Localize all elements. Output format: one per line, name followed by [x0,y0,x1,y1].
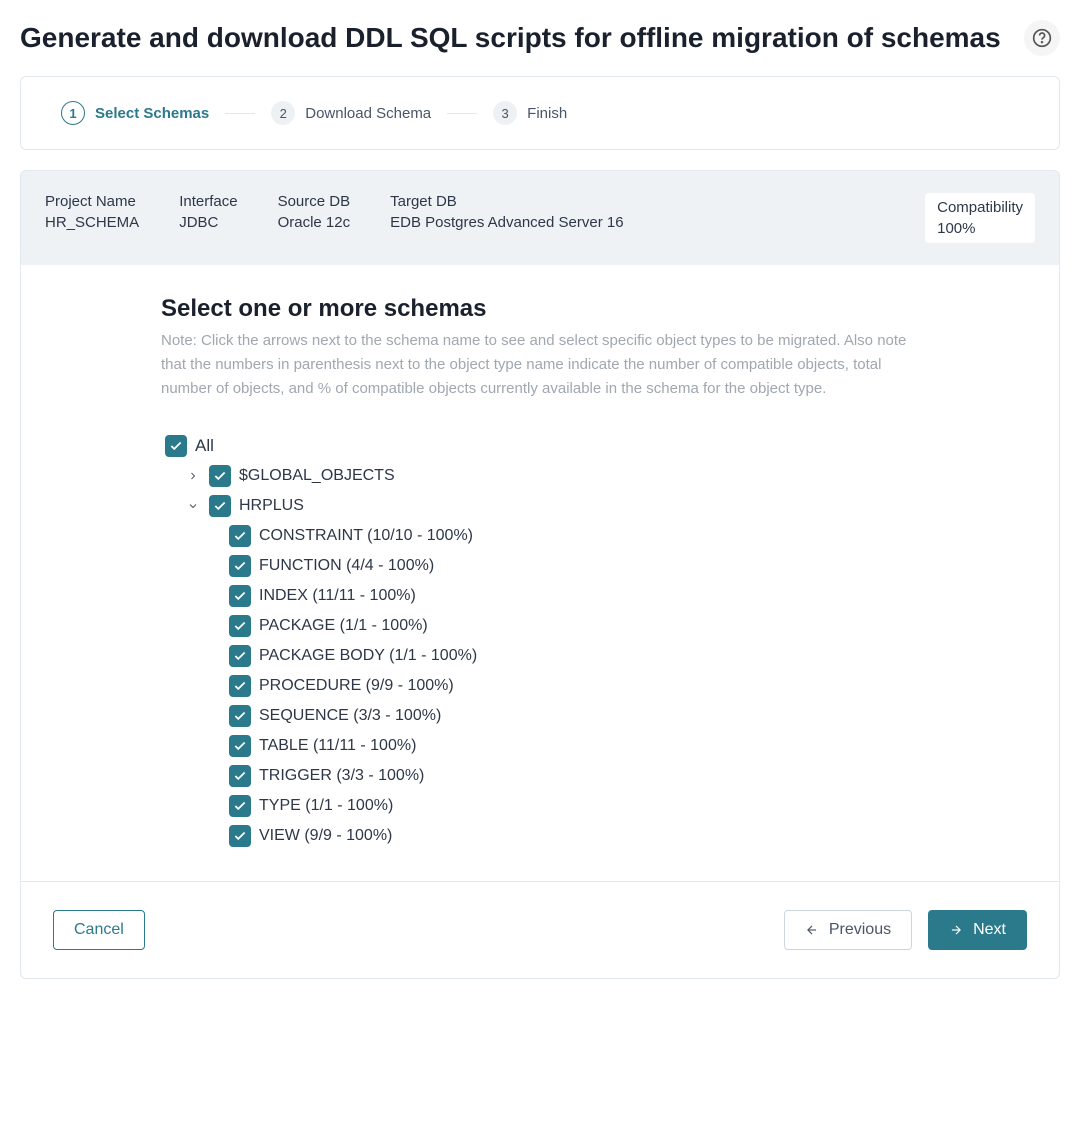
compatibility-value: 100% [937,220,1023,237]
stepper: 1 Select Schemas 2 Download Schema 3 Fin… [20,76,1060,150]
page-title: Generate and download DDL SQL scripts fo… [20,22,1001,54]
step-download-schema[interactable]: 2 Download Schema [271,101,431,125]
tree-schema-label: $GLOBAL_OBJECTS [239,467,395,485]
interface-label: Interface [179,193,237,210]
tree-object-row: TYPE (1/1 - 100%) [165,791,919,821]
checkbox-object[interactable] [229,735,251,757]
compatibility-label: Compatibility [937,199,1023,216]
next-button-label: Next [973,921,1006,939]
previous-button-label: Previous [829,921,891,939]
tree-object-label: SEQUENCE (3/3 - 100%) [259,707,441,725]
previous-button[interactable]: Previous [784,910,912,950]
checkbox-object[interactable] [229,705,251,727]
arrow-right-icon [949,923,963,937]
tree-object-row: SEQUENCE (3/3 - 100%) [165,701,919,731]
step-separator [225,113,255,114]
tree-schema-label: HRPLUS [239,497,304,515]
section-title: Select one or more schemas [161,295,919,323]
tree-object-row: CONSTRAINT (10/10 - 100%) [165,521,919,551]
step-label: Download Schema [305,105,431,122]
tree-object-label: VIEW (9/9 - 100%) [259,827,392,845]
tree-object-label: PROCEDURE (9/9 - 100%) [259,677,454,695]
tree-object-row: INDEX (11/11 - 100%) [165,581,919,611]
checkbox-object[interactable] [229,825,251,847]
project-info-bar: Project Name HR_SCHEMA Interface JDBC So… [20,170,1060,265]
checkbox-object[interactable] [229,765,251,787]
cancel-button[interactable]: Cancel [53,910,145,950]
help-icon[interactable] [1024,20,1060,56]
interface-item: Interface JDBC [179,193,237,243]
project-name-label: Project Name [45,193,139,210]
step-number: 1 [61,101,85,125]
interface-value: JDBC [179,214,237,231]
tree-object-label: PACKAGE (1/1 - 100%) [259,617,428,635]
tree-object-label: TRIGGER (3/3 - 100%) [259,767,424,785]
tree-object-row: PROCEDURE (9/9 - 100%) [165,671,919,701]
tree-object-label: TYPE (1/1 - 100%) [259,797,393,815]
tree-all-row: All [165,431,919,461]
tree-object-row: PACKAGE BODY (1/1 - 100%) [165,641,919,671]
checkbox-global-objects[interactable] [209,465,231,487]
step-number: 3 [493,101,517,125]
checkbox-hrplus[interactable] [209,495,231,517]
step-finish[interactable]: 3 Finish [493,101,567,125]
checkbox-object[interactable] [229,645,251,667]
source-db-value: Oracle 12c [278,214,351,231]
arrow-left-icon [805,923,819,937]
source-db-item: Source DB Oracle 12c [278,193,351,243]
step-select-schemas[interactable]: 1 Select Schemas [61,101,209,125]
project-name-item: Project Name HR_SCHEMA [45,193,139,243]
section-note: Note: Click the arrows next to the schem… [161,329,919,401]
checkbox-object[interactable] [229,795,251,817]
tree-schema-global-objects: $GLOBAL_OBJECTS [165,461,919,491]
tree-object-row: PACKAGE (1/1 - 100%) [165,611,919,641]
tree-object-label: CONSTRAINT (10/10 - 100%) [259,527,473,545]
checkbox-object[interactable] [229,555,251,577]
tree-object-label: INDEX (11/11 - 100%) [259,587,416,605]
checkbox-object[interactable] [229,615,251,637]
compatibility-item: Compatibility 100% [925,193,1035,243]
tree-schema-hrplus: HRPLUS [165,491,919,521]
footer-actions: Cancel Previous Next [20,882,1060,979]
tree-object-label: TABLE (11/11 - 100%) [259,737,416,755]
tree-object-label: PACKAGE BODY (1/1 - 100%) [259,647,477,665]
checkbox-object[interactable] [229,675,251,697]
target-db-value: EDB Postgres Advanced Server 16 [390,214,623,231]
schema-tree: All $GLOBAL_OBJECTS HRPLUS CONSTRAINT (1… [161,431,919,851]
checkbox-all[interactable] [165,435,187,457]
project-name-value: HR_SCHEMA [45,214,139,231]
chevron-right-icon[interactable] [185,470,201,482]
source-db-label: Source DB [278,193,351,210]
tree-object-row: TABLE (11/11 - 100%) [165,731,919,761]
next-button[interactable]: Next [928,910,1027,950]
checkbox-object[interactable] [229,585,251,607]
step-separator [447,113,477,114]
step-label: Select Schemas [95,105,209,122]
step-number: 2 [271,101,295,125]
chevron-down-icon[interactable] [185,500,201,512]
target-db-label: Target DB [390,193,623,210]
tree-all-label: All [195,436,214,456]
checkbox-object[interactable] [229,525,251,547]
tree-object-row: FUNCTION (4/4 - 100%) [165,551,919,581]
tree-object-row: TRIGGER (3/3 - 100%) [165,761,919,791]
tree-object-row: VIEW (9/9 - 100%) [165,821,919,851]
tree-object-label: FUNCTION (4/4 - 100%) [259,557,434,575]
main-content: Select one or more schemas Note: Click t… [20,265,1060,882]
step-label: Finish [527,105,567,122]
target-db-item: Target DB EDB Postgres Advanced Server 1… [390,193,623,243]
